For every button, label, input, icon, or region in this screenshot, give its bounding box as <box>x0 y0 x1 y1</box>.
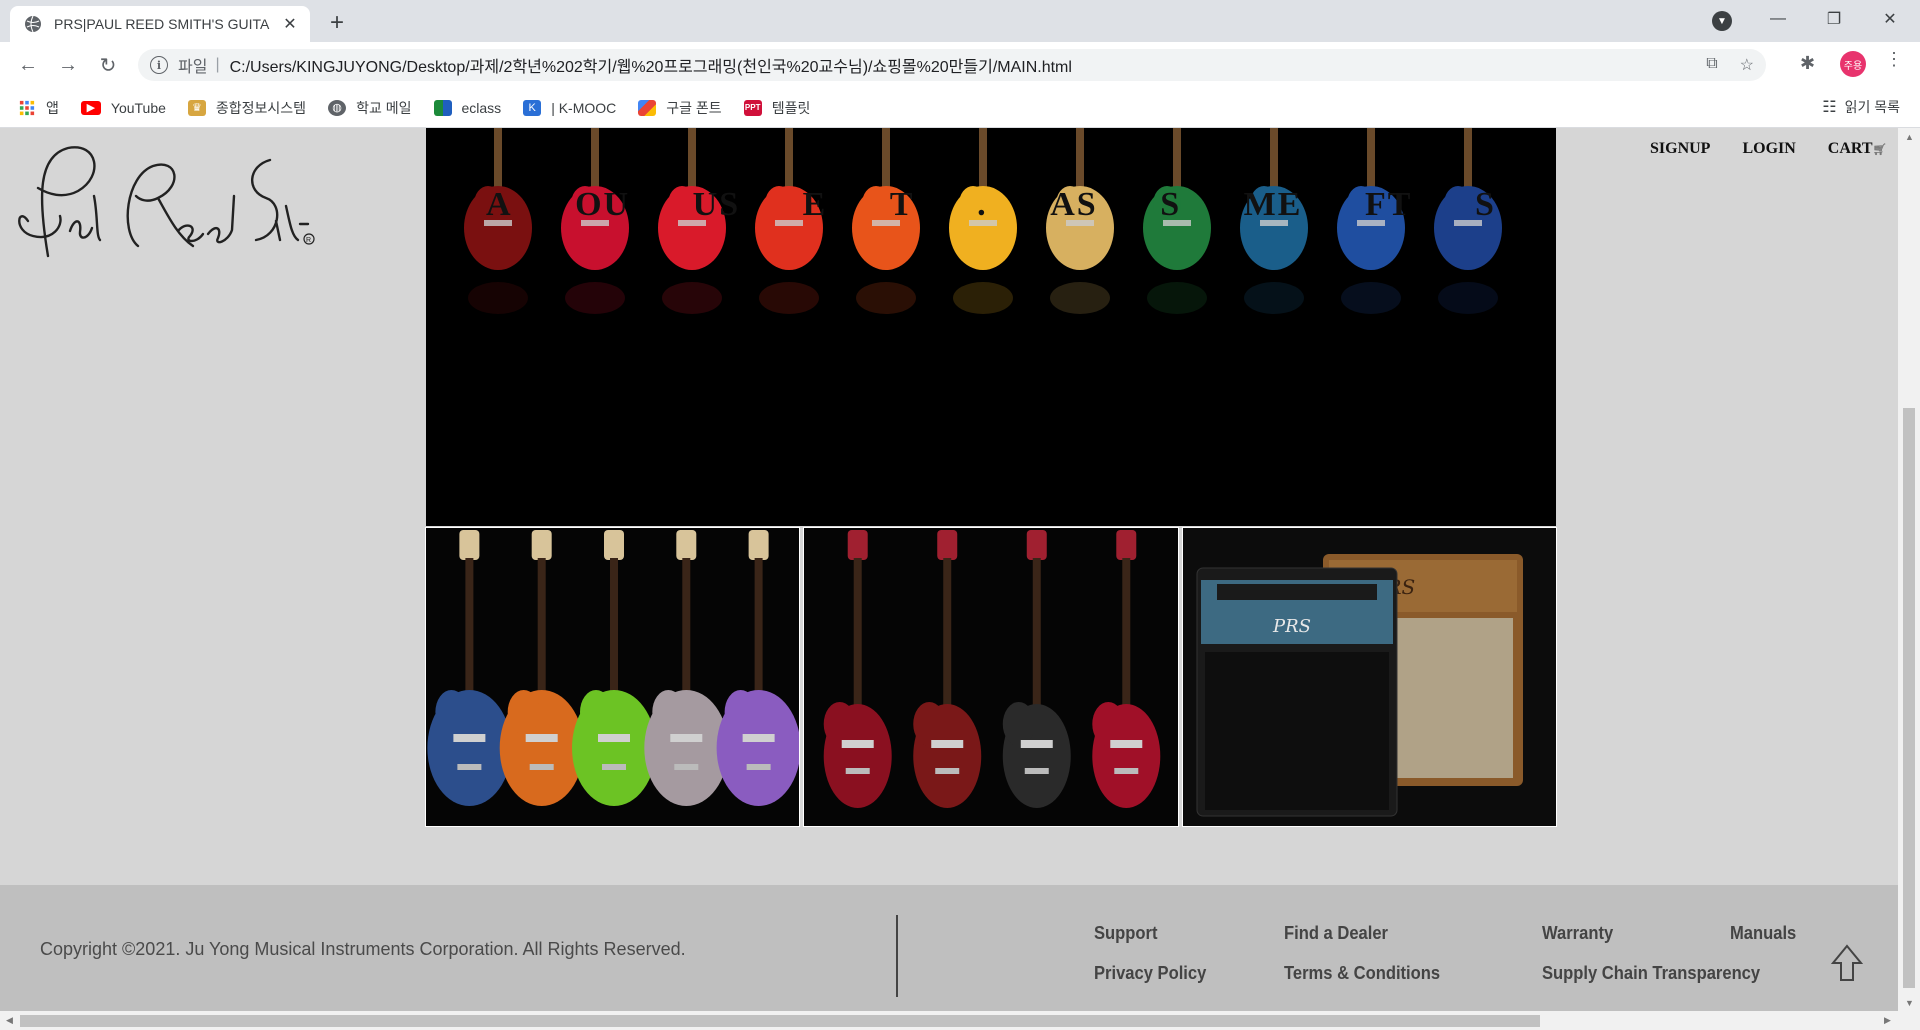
bookmark-templates[interactable]: PPT 템플릿 <box>743 98 811 118</box>
bookmark-apps[interactable]: 앱 <box>18 98 59 118</box>
page-viewport: R SIGNUP LOGIN CART🛒︎ A OU US E T. AS S ME FT S P… <box>0 128 1920 1030</box>
bookmark-label: eclass <box>461 99 502 116</box>
bookmark-eclass[interactable]: eclass <box>433 99 502 116</box>
bookmark-label: | K-MOOC <box>551 99 617 116</box>
window-close-icon[interactable]: ✕ <box>1862 0 1918 38</box>
prs-signature-logo[interactable]: R <box>8 136 318 266</box>
hero-overlay-letter: A <box>486 186 513 223</box>
site-footer: Copyright ©2021. Ju Yong Musical Instrum… <box>0 885 1898 1030</box>
youtube-icon: ▶ <box>80 100 101 115</box>
address-bar[interactable]: i 파일 | C:/Users/KINGJUYONG/Desktop/과제/2학… <box>138 49 1766 81</box>
info-icon[interactable]: i <box>150 56 168 74</box>
hero-overlay-letter: S <box>1475 186 1496 223</box>
bookmark-label: 템플릿 <box>771 99 811 116</box>
bookmark-label: 학교 메일 <box>356 99 412 116</box>
cart-link[interactable]: CART🛒︎ <box>1828 140 1887 158</box>
globe-icon: ◍ <box>328 99 347 116</box>
ppt-icon: PPT <box>743 99 762 116</box>
support-link[interactable]: Support <box>1094 923 1157 944</box>
bookmark-label: 구글 폰트 <box>666 99 722 116</box>
privacy-policy-link[interactable]: Privacy Policy <box>1094 963 1206 984</box>
hero-overlay-letter: OU <box>575 186 631 223</box>
browser-tab[interactable]: PRS|PAUL REED SMITH'S GUITA ✕ <box>10 6 310 42</box>
scroll-up-icon[interactable]: ▲ <box>1905 132 1914 142</box>
hero-overlay-letter: US <box>692 186 741 223</box>
minimize-icon[interactable]: — <box>1750 0 1806 38</box>
hero-overlay-letter: ME <box>1243 186 1303 223</box>
manuals-link[interactable]: Manuals <box>1730 923 1796 944</box>
bookmark-portal[interactable]: ♛ 종합정보시스템 <box>187 98 307 118</box>
forward-icon[interactable]: → <box>52 49 84 81</box>
category-tiles: PRS PRS <box>425 527 1557 827</box>
more-menu-icon[interactable]: ⋮ <box>1885 50 1903 68</box>
extensions-icon[interactable]: ✱ <box>1800 53 1815 74</box>
vertical-scroll-thumb[interactable] <box>1903 408 1915 988</box>
basses-image <box>804 528 1178 826</box>
bookmark-youtube[interactable]: ▶ YouTube <box>80 99 166 116</box>
eclass-icon <box>433 99 452 116</box>
signup-link[interactable]: SIGNUP <box>1650 140 1710 158</box>
bookmark-google-fonts[interactable]: 구글 폰트 <box>638 98 722 118</box>
supply-chain-link[interactable]: Supply Chain Transparency <box>1542 963 1760 984</box>
kmooc-icon: K <box>523 99 542 116</box>
hero-banner[interactable]: A OU US E T. AS S ME FT S <box>426 128 1556 526</box>
cart-icon: 🛒︎ <box>1872 144 1887 156</box>
find-dealer-link[interactable]: Find a Dealer <box>1284 923 1388 944</box>
login-link[interactable]: LOGIN <box>1742 140 1795 158</box>
bookmark-kmooc[interactable]: K | K-MOOC <box>523 99 617 116</box>
bookmark-school-mail[interactable]: ◍ 학교 메일 <box>328 98 412 118</box>
hero-overlay-text: A OU US E T. AS S ME FT S <box>486 186 1496 224</box>
tab-search-icon[interactable]: ▼ <box>1712 11 1732 31</box>
amps-image: PRS PRS <box>1182 528 1556 826</box>
account-nav: SIGNUP LOGIN CART🛒︎ <box>1650 140 1887 158</box>
reading-list-button[interactable]: ☷ 읽기 목록 <box>1822 97 1900 117</box>
scheme-separator: | <box>215 56 220 73</box>
bookmark-label: 앱 <box>46 99 59 116</box>
reload-icon[interactable]: ↻ <box>92 49 124 81</box>
new-tab-button[interactable]: + <box>323 9 351 37</box>
browser-toolbar: ← → ↻ i 파일 | C:/Users/KINGJUYONG/Desktop… <box>0 42 1920 88</box>
google-fonts-icon <box>638 99 657 116</box>
url-text[interactable]: C:/Users/KINGJUYONG/Desktop/과제/2학년%202학기… <box>230 53 1072 77</box>
bookmark-label: YouTube <box>110 99 166 116</box>
apps-grid-icon <box>19 100 35 115</box>
terms-link[interactable]: Terms & Conditions <box>1284 963 1440 984</box>
school-crest-icon: ♛ <box>187 99 206 116</box>
scroll-left-icon[interactable]: ◀ <box>6 1015 13 1026</box>
tile-amps[interactable]: PRS PRS <box>1181 527 1557 827</box>
hero-overlay-letter: S <box>1160 186 1182 223</box>
hero-overlay-letter: E <box>802 186 828 223</box>
reading-list-label: 읽기 목록 <box>1844 99 1900 115</box>
translate-icon[interactable]: ⧉ <box>1706 55 1717 75</box>
restore-icon[interactable]: ❐ <box>1806 0 1862 38</box>
svg-text:PRS: PRS <box>1272 616 1311 637</box>
hero-overlay-letter: . <box>977 186 988 223</box>
footer-divider <box>896 915 898 997</box>
tile-guitars[interactable] <box>425 527 801 827</box>
avatar[interactable]: 주용 <box>1840 51 1866 77</box>
tab-strip: PRS|PAUL REED SMITH'S GUITA ✕ + ▼ — ❐ ✕ <box>0 0 1920 42</box>
guitars-image <box>426 528 800 826</box>
copyright-text: Copyright ©2021. Ju Yong Musical Instrum… <box>40 939 686 959</box>
reading-list-icon: ☷ <box>1822 99 1837 116</box>
close-icon[interactable]: ✕ <box>280 14 300 34</box>
scroll-down-icon[interactable]: ▼ <box>1905 998 1914 1008</box>
svg-text:R: R <box>306 237 311 244</box>
bookmark-label: 종합정보시스템 <box>215 99 307 116</box>
hero-overlay-letter: T <box>889 186 915 223</box>
horizontal-scroll-thumb[interactable] <box>20 1015 1540 1027</box>
globe-icon <box>25 15 41 33</box>
cart-label: CART <box>1827 140 1873 157</box>
hero-overlay-letter: FT <box>1365 186 1413 223</box>
warranty-link[interactable]: Warranty <box>1542 923 1613 944</box>
bookmarks-bar: 앱 ▶ YouTube ♛ 종합정보시스템 ◍ 학교 메일 eclass K |… <box>0 88 1920 128</box>
back-icon[interactable]: ← <box>12 49 44 81</box>
scheme-label: 파일 <box>178 59 208 76</box>
tab-title: PRS|PAUL REED SMITH'S GUITA <box>54 16 270 32</box>
arrow-up-icon[interactable] <box>1830 943 1864 983</box>
tile-basses[interactable] <box>803 527 1179 827</box>
hero-overlay-letter: AS <box>1050 186 1098 223</box>
scroll-right-icon[interactable]: ▶ <box>1884 1015 1891 1026</box>
bookmark-star-icon[interactable]: ☆ <box>1740 55 1754 75</box>
